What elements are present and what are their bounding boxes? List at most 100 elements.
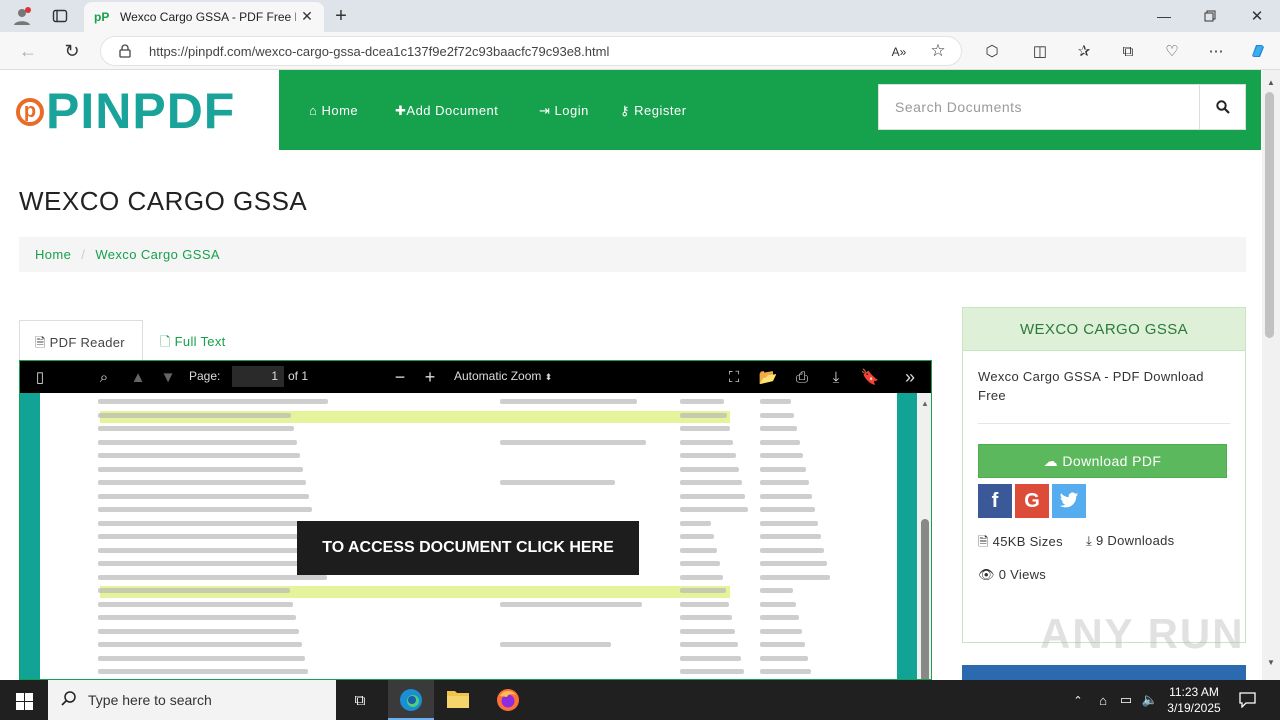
network-icon[interactable]: ▭ xyxy=(1117,690,1135,710)
divider xyxy=(978,423,1230,424)
blurred-text-line xyxy=(760,534,821,539)
task-view-icon[interactable]: ⧉ xyxy=(348,688,372,712)
download-icon[interactable]: ⤓ xyxy=(826,367,846,387)
cloud-download-icon: ☁ xyxy=(1043,453,1063,469)
copilot-icon[interactable] xyxy=(1246,40,1270,62)
google-share-icon[interactable]: G xyxy=(1015,484,1049,518)
facebook-share-icon[interactable]: f xyxy=(978,484,1012,518)
firefox-icon[interactable] xyxy=(496,688,520,717)
blurred-text-line xyxy=(760,480,809,485)
close-window-icon[interactable]: ✕ xyxy=(1245,4,1269,28)
next-page-icon[interactable]: ▼ xyxy=(158,367,178,387)
blurred-text-line xyxy=(680,493,745,499)
scroll-up-icon[interactable]: ▲ xyxy=(1267,78,1275,87)
page-scroll-thumb[interactable] xyxy=(1265,92,1274,338)
edge-icon xyxy=(400,689,422,711)
open-file-icon[interactable]: 📂 xyxy=(758,367,778,387)
page-number-input[interactable]: 1 xyxy=(232,366,284,387)
blurred-text-line xyxy=(680,547,717,553)
tab-full-text[interactable]: 🗋 Full Text xyxy=(160,333,226,355)
blurred-text-line xyxy=(500,601,642,607)
nav-register[interactable]: ⚷ Register xyxy=(620,103,687,119)
favorite-star-icon[interactable]: ☆ xyxy=(927,41,949,61)
breadcrumb: Home / Wexco Cargo GSSA xyxy=(19,237,1246,272)
zoom-out-icon[interactable]: − xyxy=(390,367,410,387)
pdf-scroll-thumb[interactable] xyxy=(921,519,929,679)
nav-login[interactable]: ⇥ Login xyxy=(539,103,589,119)
zoom-in-icon[interactable]: + xyxy=(420,367,440,387)
back-icon[interactable]: ← xyxy=(16,40,40,62)
previous-page-icon[interactable]: ▲ xyxy=(128,367,148,387)
presentation-mode-icon[interactable]: ⛶ xyxy=(724,367,744,387)
profile-icon[interactable] xyxy=(8,4,36,28)
clock-date: 3/19/2025 xyxy=(1167,701,1221,715)
find-icon[interactable]: ⌕ xyxy=(94,367,114,387)
breadcrumb-home[interactable]: Home xyxy=(35,247,71,262)
split-screen-icon[interactable]: ◫ xyxy=(1028,40,1052,62)
page-label: Page: xyxy=(189,369,221,383)
tab-actions-icon[interactable] xyxy=(46,4,74,28)
file-size: 🗎 45KB Sizes xyxy=(978,534,1063,549)
collections-icon[interactable]: ⧉ xyxy=(1116,40,1140,62)
notifications-icon[interactable] xyxy=(1236,689,1258,711)
nav-add-document[interactable]: ✚Add Document xyxy=(395,103,498,119)
browser-essentials-icon[interactable]: ♡ xyxy=(1160,40,1184,62)
volume-icon[interactable]: 🔈 xyxy=(1141,690,1159,710)
edge-taskbar-button[interactable] xyxy=(388,680,434,720)
pdf-scrollbar[interactable]: ▲ xyxy=(917,393,931,679)
blurred-text-line xyxy=(760,628,802,634)
restore-icon[interactable] xyxy=(1198,4,1222,28)
url-field[interactable]: https://pinpdf.com/wexco-cargo-gssa-dcea… xyxy=(100,36,962,66)
download-pdf-button[interactable]: ☁ Download PDF xyxy=(978,444,1227,478)
extensions-icon[interactable]: ⬡ xyxy=(980,40,1004,62)
access-document-button[interactable]: TO ACCESS DOCUMENT CLICK HERE xyxy=(297,521,639,575)
tools-menu-icon[interactable]: » xyxy=(900,367,920,387)
browser-tab-active[interactable]: pP Wexco Cargo GSSA - PDF Free Do ✕ xyxy=(84,2,324,32)
zoom-select[interactable]: Automatic Zoom ⬍ xyxy=(454,369,552,383)
clock-time: 11:23 AM xyxy=(1169,685,1219,699)
tab-title: Wexco Cargo GSSA - PDF Free Do xyxy=(120,10,296,24)
scroll-down-icon[interactable]: ▼ xyxy=(1267,658,1275,667)
breadcrumb-current[interactable]: Wexco Cargo GSSA xyxy=(95,247,220,262)
file-explorer-icon[interactable] xyxy=(446,688,470,715)
show-hidden-icons-icon[interactable]: ⌃ xyxy=(1070,690,1086,710)
close-tab-icon[interactable]: ✕ xyxy=(298,7,316,25)
blurred-text-line xyxy=(680,669,744,674)
blurred-text-line xyxy=(98,399,328,404)
scroll-up-icon[interactable]: ▲ xyxy=(921,399,929,408)
tab-pdf-reader[interactable]: 🗎 PDF Reader xyxy=(19,320,143,360)
search-button[interactable] xyxy=(1199,84,1246,130)
blurred-text-line xyxy=(98,507,312,512)
refresh-icon[interactable]: ↻ xyxy=(60,40,84,62)
sidebar-toggle-icon[interactable]: ▯ xyxy=(30,367,50,387)
blurred-text-line xyxy=(680,453,736,458)
device-icon[interactable]: ⌂ xyxy=(1094,690,1112,710)
search-input[interactable]: Search Documents xyxy=(878,84,1200,130)
blurred-text-line xyxy=(98,426,294,431)
print-icon[interactable]: ⎙ xyxy=(792,367,812,387)
pdf-toolbar: ▯ ⌕ ▲ ▼ Page: 1 of 1 − + Automatic Zoom … xyxy=(20,361,931,393)
twitter-share-icon[interactable] xyxy=(1052,484,1086,518)
blurred-text-line xyxy=(760,601,796,607)
blurred-text-line xyxy=(680,574,723,580)
blurred-text-line xyxy=(98,547,321,553)
more-menu-icon[interactable]: ⋯ xyxy=(1204,40,1228,62)
blurred-text-line xyxy=(760,642,805,647)
nav-home[interactable]: ⌂ Home xyxy=(309,103,358,118)
minimize-icon[interactable]: — xyxy=(1152,4,1176,28)
taskbar-search-input[interactable]: Type here to search xyxy=(48,680,336,720)
blurred-text-line xyxy=(98,520,315,526)
page-count: of 1 xyxy=(288,369,309,383)
pdf-viewer: ▯ ⌕ ▲ ▼ Page: 1 of 1 − + Automatic Zoom … xyxy=(19,360,932,680)
favorites-icon[interactable]: ✰ xyxy=(1072,40,1096,62)
url-text: https://pinpdf.com/wexco-cargo-gssa-dcea… xyxy=(149,44,610,59)
bookmark-icon[interactable]: 🔖 xyxy=(860,367,880,387)
blurred-text-line xyxy=(680,399,724,404)
system-clock[interactable]: 11:23 AM 3/19/2025 xyxy=(1162,684,1226,716)
windows-start-icon[interactable] xyxy=(10,690,38,712)
blurred-text-line xyxy=(680,426,730,431)
new-tab-icon[interactable]: + xyxy=(330,4,352,28)
read-aloud-icon[interactable]: A» xyxy=(889,42,909,62)
login-icon: ⇥ xyxy=(539,103,555,118)
blurred-text-line xyxy=(760,439,800,445)
